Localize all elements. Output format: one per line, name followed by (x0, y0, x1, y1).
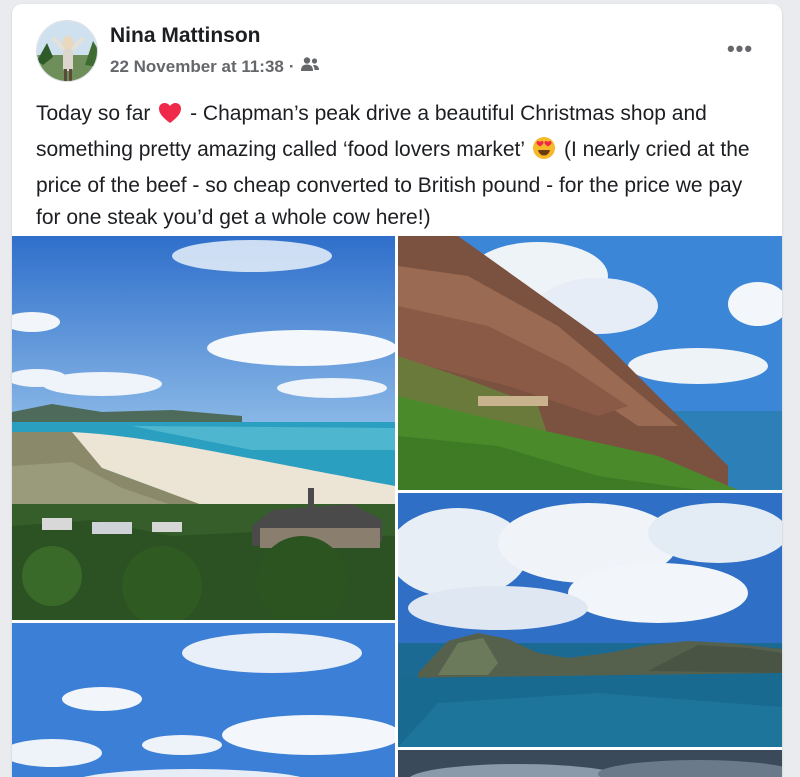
avatar-image (37, 21, 97, 81)
post-header: Nina Mattinson 22 November at 11:38 · ••… (12, 4, 782, 94)
friends-icon (300, 56, 320, 77)
photo-beach-bay[interactable] (12, 236, 395, 620)
sky-photo-image (12, 623, 395, 777)
meta-separator: · (288, 56, 295, 76)
post-card: Nina Mattinson 22 November at 11:38 · ••… (12, 4, 782, 777)
post-text-part-1: Today so far (36, 102, 151, 125)
bay-photo-image (398, 493, 782, 747)
post-timestamp[interactable]: 22 November at 11:38 (110, 57, 284, 77)
beach-photo-image (12, 236, 395, 620)
photo-partial-bottom[interactable] (398, 750, 782, 777)
photo-bay-mountains[interactable] (398, 493, 782, 747)
red-heart-emoji-icon (158, 102, 182, 134)
post-meta: 22 November at 11:38 · (110, 56, 320, 77)
cliff-photo-image (398, 236, 782, 490)
post-text: Today so far - Chapman’s peak drive a be… (36, 98, 766, 234)
heart-eyes-emoji-icon (532, 136, 556, 170)
author-avatar[interactable] (36, 20, 98, 82)
author-name[interactable]: Nina Mattinson (110, 24, 261, 48)
photo-sky-clouds[interactable] (12, 623, 395, 777)
photo-mountain-cliff[interactable] (398, 236, 782, 490)
more-options-button[interactable]: ••• (720, 34, 760, 64)
partial-photo-image (398, 750, 782, 777)
